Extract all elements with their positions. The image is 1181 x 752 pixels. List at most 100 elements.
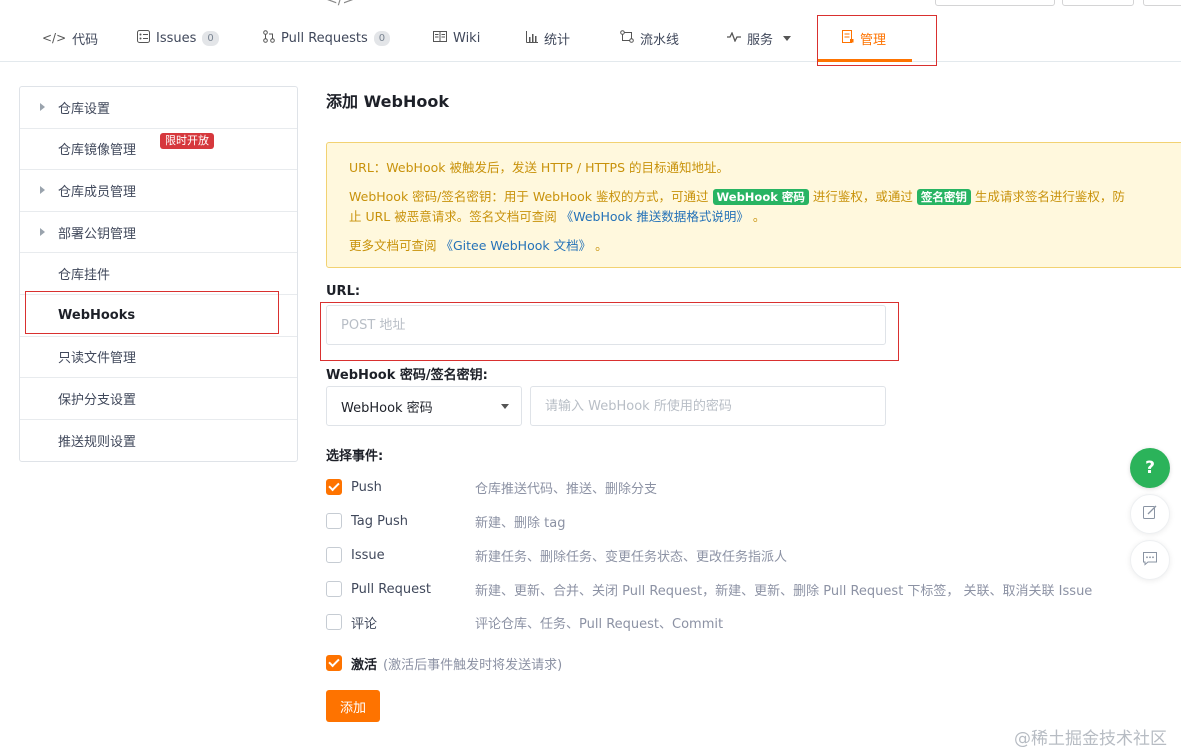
sidebar-item-label: 仓库挂件 — [58, 268, 111, 284]
activate-checkbox[interactable] — [326, 655, 342, 671]
secret-type-value: WebHook 密码 — [341, 400, 433, 416]
watermark: @稀土掘金技术社区 — [1014, 729, 1167, 749]
sidebar-item-repo-settings[interactable]: 仓库设置 — [20, 87, 297, 129]
feedback-button[interactable] — [1130, 494, 1170, 534]
header-button-1[interactable] — [935, 0, 1055, 6]
pull-request-icon — [263, 30, 275, 46]
event-desc: 新建、更新、合并、关闭 Pull Request，新建、更新、删除 Pull R… — [475, 583, 1093, 599]
sidebar-item-push-rules[interactable]: 推送规则设置 — [20, 420, 297, 462]
caret-right-icon — [40, 228, 45, 237]
manage-icon — [842, 30, 854, 46]
sidebar-item-label: 部署公钥管理 — [58, 226, 137, 242]
comment-icon — [1142, 551, 1158, 570]
sidebar-item-label: 仓库镜像管理 — [58, 143, 137, 159]
event-desc: 新建、删除 tag — [475, 515, 566, 531]
payload-format-doc-link[interactable]: 《WebHook 推送数据格式说明》 — [561, 209, 749, 224]
notice-text: 。 — [595, 238, 608, 253]
activate-hint: (激活后事件触发时将发送请求) — [383, 657, 563, 673]
sidebar-item-label: 保护分支设置 — [58, 392, 137, 408]
url-label: URL: — [326, 284, 361, 299]
pr-count-badge: 0 — [373, 30, 391, 46]
tag-push-checkbox[interactable] — [326, 513, 342, 529]
sidebar-item-label: 只读文件管理 — [58, 351, 137, 367]
tab-code[interactable]: </> 代码 — [42, 14, 98, 62]
caret-right-icon — [40, 186, 45, 195]
comment-checkbox[interactable] — [326, 614, 342, 630]
issues-count-badge: 0 — [202, 30, 219, 46]
sidebar-item-mirror[interactable]: 仓库镜像管理 限时开放 — [20, 129, 297, 171]
active-tab-underline — [818, 59, 912, 62]
tab-label: 管理 — [860, 32, 887, 48]
tab-pipeline[interactable]: 流水线 — [620, 14, 679, 62]
tab-services[interactable]: 服务 — [727, 14, 792, 62]
sidebar-item-label: 仓库设置 — [58, 101, 111, 117]
secret-input[interactable] — [530, 386, 886, 426]
event-row-push: Push 仓库推送代码、推送、删除分支 — [326, 477, 1126, 497]
signature-key-tag: 签名密钥 — [916, 189, 971, 205]
wiki-icon — [433, 31, 447, 45]
tab-label: 代码 — [72, 32, 99, 48]
notice-text: 更多文档可查阅 — [349, 238, 437, 253]
notice-line-secret-cont: 止 URL 被恶意请求。签名文档可查阅 《WebHook 推送数据格式说明》 。 — [349, 207, 1181, 227]
events-label: 选择事件: — [326, 449, 384, 464]
pull-request-checkbox[interactable] — [326, 581, 342, 597]
code-glyph-icon: </> — [326, 0, 355, 8]
tab-stats[interactable]: 统计 — [526, 14, 570, 62]
tab-label: Issues — [156, 30, 197, 46]
event-row-comment: 评论 评论仓库、任务、Pull Request、Commit — [326, 612, 1126, 632]
help-button[interactable]: ? — [1130, 448, 1170, 488]
code-icon: </> — [42, 31, 67, 45]
tab-manage[interactable]: 管理 — [842, 14, 886, 62]
event-name: Push — [351, 479, 382, 495]
notice-text: 生成请求签名进行鉴权，防 — [974, 189, 1125, 204]
header-button-2[interactable] — [1062, 0, 1134, 6]
tab-label: 服务 — [747, 32, 774, 48]
notice-line-secret: WebHook 密码/签名密钥：用于 WebHook 鉴权的方式，可通过 Web… — [349, 187, 1181, 207]
issues-icon — [137, 30, 150, 46]
event-name: Issue — [351, 547, 385, 563]
sidebar-item-widgets[interactable]: 仓库挂件 — [20, 253, 297, 295]
sidebar-item-members[interactable]: 仓库成员管理 — [20, 170, 297, 212]
limited-badge: 限时开放 — [160, 132, 214, 149]
url-input[interactable] — [326, 305, 886, 345]
sidebar-item-label: 仓库成员管理 — [58, 184, 137, 200]
notice-text: URL：WebHook 被触发后，发送 HTTP / HTTPS 的目标通知地址… — [349, 160, 729, 175]
edit-icon — [1142, 504, 1158, 524]
tab-wiki[interactable]: Wiki — [433, 14, 480, 62]
caret-down-icon — [501, 404, 509, 409]
tab-label: Pull Requests — [281, 30, 368, 46]
sidebar-item-deploy-keys[interactable]: 部署公钥管理 — [20, 212, 297, 254]
add-button[interactable]: 添加 — [326, 690, 380, 722]
chevron-down-icon — [783, 35, 792, 41]
notice-text: WebHook 密码/签名密钥：用于 WebHook 鉴权的方式，可通过 — [349, 189, 709, 204]
notice-line-url: URL：WebHook 被触发后，发送 HTTP / HTTPS 的目标通知地址… — [349, 158, 1181, 178]
event-row-pull-request: Pull Request 新建、更新、合并、关闭 Pull Request，新建… — [326, 579, 1126, 599]
event-name: 评论 — [351, 616, 378, 632]
gitee-webhook-doc-link[interactable]: 《Gitee WebHook 文档》 — [441, 238, 592, 253]
sidebar-item-webhooks[interactable]: WebHooks — [20, 295, 297, 337]
service-icon — [727, 31, 741, 45]
webhook-password-tag: WebHook 密码 — [712, 189, 809, 205]
stats-icon — [526, 30, 538, 46]
header-button-3[interactable] — [1143, 0, 1181, 6]
caret-right-icon — [40, 103, 45, 112]
top-header-remnant: </> — [0, 0, 1181, 14]
secret-type-select[interactable]: WebHook 密码 — [326, 386, 522, 426]
issue-checkbox[interactable] — [326, 547, 342, 563]
tab-issues[interactable]: Issues 0 — [137, 14, 219, 62]
event-row-issue: Issue 新建任务、删除任务、变更任务状态、更改任务指派人 — [326, 545, 1126, 565]
sidebar-item-protected-branches[interactable]: 保护分支设置 — [20, 378, 297, 420]
event-desc: 新建任务、删除任务、变更任务状态、更改任务指派人 — [475, 549, 788, 565]
tab-label: 流水线 — [640, 32, 680, 48]
notice-line-docs: 更多文档可查阅 《Gitee WebHook 文档》 。 — [349, 236, 1181, 256]
tab-label: 统计 — [544, 32, 571, 48]
event-desc: 评论仓库、任务、Pull Request、Commit — [475, 616, 724, 632]
event-name: Pull Request — [351, 581, 432, 597]
secret-label: WebHook 密码/签名密钥: — [326, 368, 488, 383]
activate-label: 激活 — [351, 657, 378, 673]
sidebar-item-readonly-files[interactable]: 只读文件管理 — [20, 337, 297, 379]
push-checkbox[interactable] — [326, 479, 342, 495]
chat-button[interactable] — [1130, 540, 1170, 580]
notice-text: 进行鉴权，或通过 — [812, 189, 913, 204]
tab-pull-requests[interactable]: Pull Requests 0 — [263, 14, 391, 62]
